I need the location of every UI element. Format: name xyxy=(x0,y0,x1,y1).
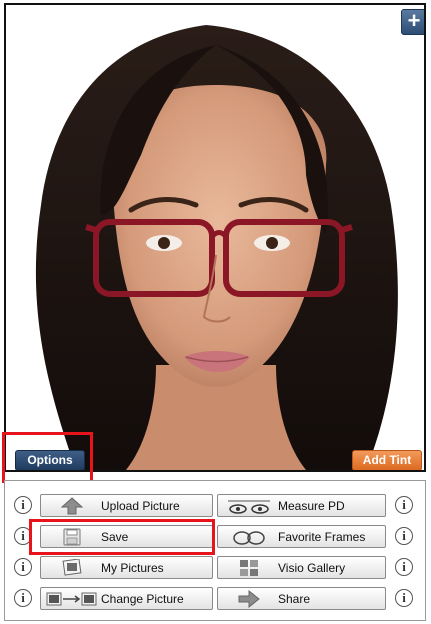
my-pictures-icon xyxy=(45,558,99,577)
visio-gallery-label: Visio Gallery xyxy=(278,561,346,575)
measure-pd-button[interactable]: Measure PD xyxy=(217,494,386,517)
glasses-icon xyxy=(222,527,276,546)
measure-pd-label: Measure PD xyxy=(278,499,345,513)
portrait-photo-with-glasses xyxy=(6,5,424,470)
share-button[interactable]: Share xyxy=(217,587,386,610)
photo-viewer: + Options Add Tint xyxy=(4,3,426,472)
info-icon[interactable]: i xyxy=(14,527,32,545)
add-tint-button[interactable]: Add Tint xyxy=(352,450,422,470)
favorite-frames-label: Favorite Frames xyxy=(278,530,366,544)
measure-pd-icon xyxy=(222,496,276,515)
my-pictures-button[interactable]: My Pictures xyxy=(40,556,213,579)
info-icon[interactable]: i xyxy=(395,558,413,576)
change-picture-button[interactable]: Change Picture xyxy=(40,587,213,610)
expand-button[interactable]: + xyxy=(401,9,424,35)
info-icon[interactable]: i xyxy=(14,496,32,514)
share-label: Share xyxy=(278,592,311,606)
change-picture-icon xyxy=(45,589,99,608)
info-icon[interactable]: i xyxy=(395,496,413,514)
visio-gallery-button[interactable]: Visio Gallery xyxy=(217,556,386,579)
info-icon[interactable]: i xyxy=(395,589,413,607)
options-button[interactable]: Options xyxy=(15,450,85,470)
save-disk-icon xyxy=(45,527,99,546)
save-button[interactable]: Save xyxy=(40,525,213,548)
favorite-frames-button[interactable]: Favorite Frames xyxy=(217,525,386,548)
gallery-grid-icon xyxy=(222,558,276,577)
change-picture-label: Change Picture xyxy=(101,592,184,606)
info-icon[interactable]: i xyxy=(14,558,32,576)
my-pictures-label: My Pictures xyxy=(101,561,164,575)
upload-picture-label: Upload Picture xyxy=(101,499,180,513)
info-icon[interactable]: i xyxy=(395,527,413,545)
info-icon[interactable]: i xyxy=(14,589,32,607)
upload-picture-button[interactable]: Upload Picture xyxy=(40,494,213,517)
upload-arrow-icon xyxy=(45,496,99,515)
save-label: Save xyxy=(101,530,129,544)
share-arrow-icon xyxy=(222,589,276,608)
